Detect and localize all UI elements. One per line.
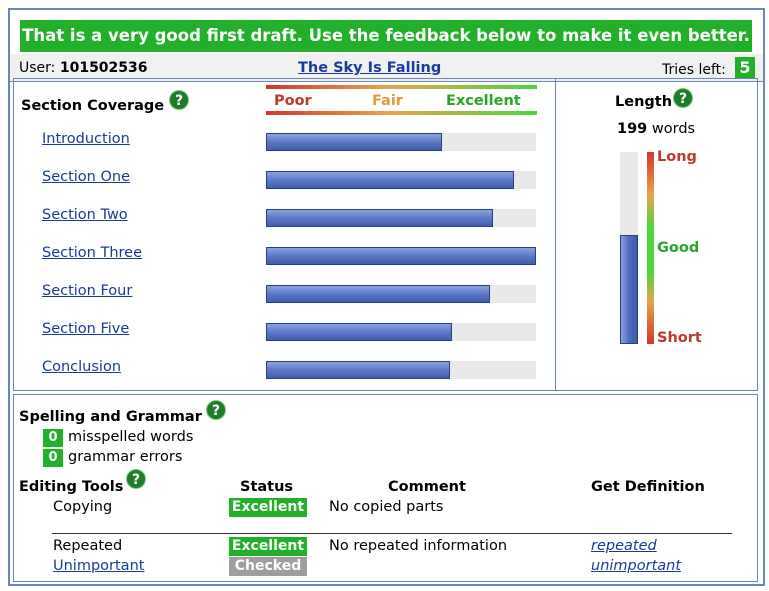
coverage-bar-fill — [266, 323, 452, 341]
user-info: User: 101502536 — [19, 60, 148, 76]
tools-divider — [52, 533, 732, 534]
help-icon[interactable]: ? — [126, 469, 146, 489]
coverage-bar-track — [266, 209, 536, 227]
tool-comment: No repeated information — [329, 538, 508, 554]
coverage-bar-fill — [266, 171, 514, 189]
user-id: 101502536 — [59, 60, 148, 76]
scale-poor-label: Poor — [274, 93, 312, 109]
status-badge: Excellent — [229, 498, 307, 517]
section-link[interactable]: Section Three — [42, 245, 142, 261]
coverage-bar-fill — [266, 209, 493, 227]
grammar-label: grammar errors — [68, 449, 183, 465]
definition-link-unimportant[interactable]: unimportant — [591, 558, 681, 574]
scale-fair-label: Fair — [372, 93, 403, 109]
comment-column-header: Comment — [388, 479, 466, 495]
length-meter — [620, 152, 638, 344]
help-icon[interactable]: ? — [169, 90, 189, 110]
coverage-bar-track — [266, 323, 536, 341]
coverage-bar-track — [266, 133, 536, 151]
status-badge: Excellent — [229, 537, 307, 556]
tool-comment: No copied parts — [329, 499, 444, 515]
tries-left-badge: 5 — [735, 57, 755, 79]
length-long-label: Long — [657, 149, 697, 165]
definition-link-repeated[interactable]: repeated — [591, 538, 657, 554]
coverage-bar-fill — [266, 361, 450, 379]
word-count: 199 — [617, 121, 648, 137]
definition-column-header: Get Definition — [591, 479, 705, 495]
coverage-bar-fill — [266, 247, 536, 265]
status-column-header: Status — [240, 479, 294, 495]
tries-left-label: Tries left: — [662, 62, 726, 78]
spelling-grammar-panel: Spelling and Grammar ? 0 misspelled word… — [13, 394, 758, 582]
document-title-link[interactable]: The Sky Is Falling — [298, 60, 441, 76]
quality-scale: Poor Fair Excellent — [266, 85, 537, 117]
coverage-bar-track — [266, 247, 536, 265]
spelling-grammar-heading: Spelling and Grammar — [19, 409, 202, 425]
tool-copying-label: Copying — [53, 499, 113, 515]
coverage-bar-fill — [266, 133, 442, 151]
section-link[interactable]: Section One — [42, 169, 130, 185]
misspelled-count-badge: 0 — [43, 429, 63, 447]
coverage-bar-track — [266, 361, 536, 379]
coverage-bar-track — [266, 285, 536, 303]
tool-unimportant-link[interactable]: Unimportant — [53, 558, 144, 574]
length-scale-gradient — [647, 152, 654, 344]
editing-tools-heading: Editing Tools — [19, 479, 124, 495]
help-icon[interactable]: ? — [206, 400, 226, 420]
tool-repeated-label: Repeated — [53, 538, 123, 554]
coverage-bar-track — [266, 171, 536, 189]
words-label: words — [651, 121, 696, 137]
length-heading: Length — [615, 94, 673, 110]
grammar-count-badge: 0 — [43, 449, 63, 467]
scale-gradient-bottom — [266, 111, 537, 115]
coverage-bar-fill — [266, 285, 490, 303]
scale-excellent-label: Excellent — [446, 93, 521, 109]
section-coverage-panel: Section Coverage ? Poor Fair Excellent I… — [13, 78, 556, 391]
user-label: User: — [19, 60, 56, 76]
word-count-line: 199 words — [617, 121, 695, 137]
section-link[interactable]: Introduction — [42, 131, 130, 147]
section-link[interactable]: Section Five — [42, 321, 129, 337]
misspelled-label: misspelled words — [68, 429, 194, 445]
help-icon[interactable]: ? — [673, 88, 693, 108]
feedback-panel: That is a very good first draft. Use the… — [8, 8, 765, 586]
length-panel: Length ? 199 words Long Good Short — [555, 78, 758, 391]
section-link[interactable]: Section Two — [42, 207, 128, 223]
length-meter-fill — [620, 235, 638, 344]
feedback-banner: That is a very good first draft. Use the… — [20, 20, 752, 52]
section-link[interactable]: Conclusion — [42, 359, 121, 375]
status-badge: Checked — [229, 557, 307, 576]
section-link[interactable]: Section Four — [42, 283, 132, 299]
length-good-label: Good — [657, 240, 700, 256]
length-short-label: Short — [657, 330, 702, 346]
section-coverage-heading: Section Coverage — [21, 98, 165, 114]
scale-gradient-top — [266, 85, 537, 89]
